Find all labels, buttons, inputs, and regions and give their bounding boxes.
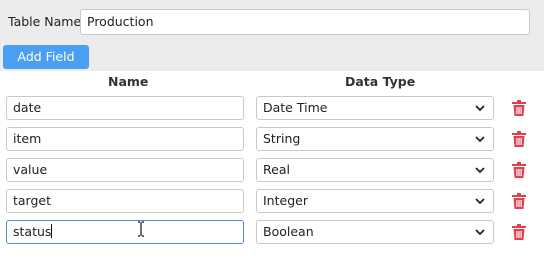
data-type-select[interactable]: String bbox=[256, 127, 494, 151]
field-name-input[interactable]: target bbox=[6, 189, 244, 213]
add-field-button[interactable]: Add Field bbox=[3, 45, 89, 69]
field-row: date Date Time bbox=[0, 96, 544, 120]
field-row: status Boolean bbox=[0, 220, 544, 244]
text-cursor-icon bbox=[138, 221, 144, 237]
field-name-text: status bbox=[13, 224, 52, 239]
chevron-down-icon bbox=[475, 229, 485, 236]
chevron-down-icon bbox=[475, 136, 485, 143]
data-type-select[interactable]: Integer bbox=[256, 189, 494, 213]
name-column-header: Name bbox=[108, 74, 149, 89]
chevron-down-icon bbox=[475, 198, 485, 205]
table-name-label: Table Name bbox=[8, 14, 82, 29]
trash-icon[interactable] bbox=[512, 100, 526, 116]
data-type-value: Boolean bbox=[263, 224, 314, 239]
data-type-value: Real bbox=[263, 162, 290, 177]
trash-icon[interactable] bbox=[512, 193, 526, 209]
field-name-input[interactable]: date bbox=[6, 96, 244, 120]
chevron-down-icon bbox=[475, 105, 485, 112]
field-name-input[interactable]: item bbox=[6, 127, 244, 151]
data-type-value: String bbox=[263, 131, 301, 146]
chevron-down-icon bbox=[475, 167, 485, 174]
field-row: item String bbox=[0, 127, 544, 151]
trash-icon[interactable] bbox=[512, 162, 526, 178]
text-caret bbox=[51, 224, 53, 238]
field-name-input[interactable]: value bbox=[6, 158, 244, 182]
trash-icon[interactable] bbox=[512, 224, 526, 240]
field-name-input[interactable]: status bbox=[6, 220, 244, 244]
field-row: value Real bbox=[0, 158, 544, 182]
table-name-input[interactable]: Production bbox=[80, 9, 530, 35]
data-type-value: Integer bbox=[263, 193, 308, 208]
data-type-value: Date Time bbox=[263, 100, 328, 115]
data-type-column-header: Data Type bbox=[345, 74, 416, 89]
trash-icon[interactable] bbox=[512, 131, 526, 147]
data-type-select[interactable]: Date Time bbox=[256, 96, 494, 120]
field-row: target Integer bbox=[0, 189, 544, 213]
data-type-select[interactable]: Boolean bbox=[256, 220, 494, 244]
data-type-select[interactable]: Real bbox=[256, 158, 494, 182]
